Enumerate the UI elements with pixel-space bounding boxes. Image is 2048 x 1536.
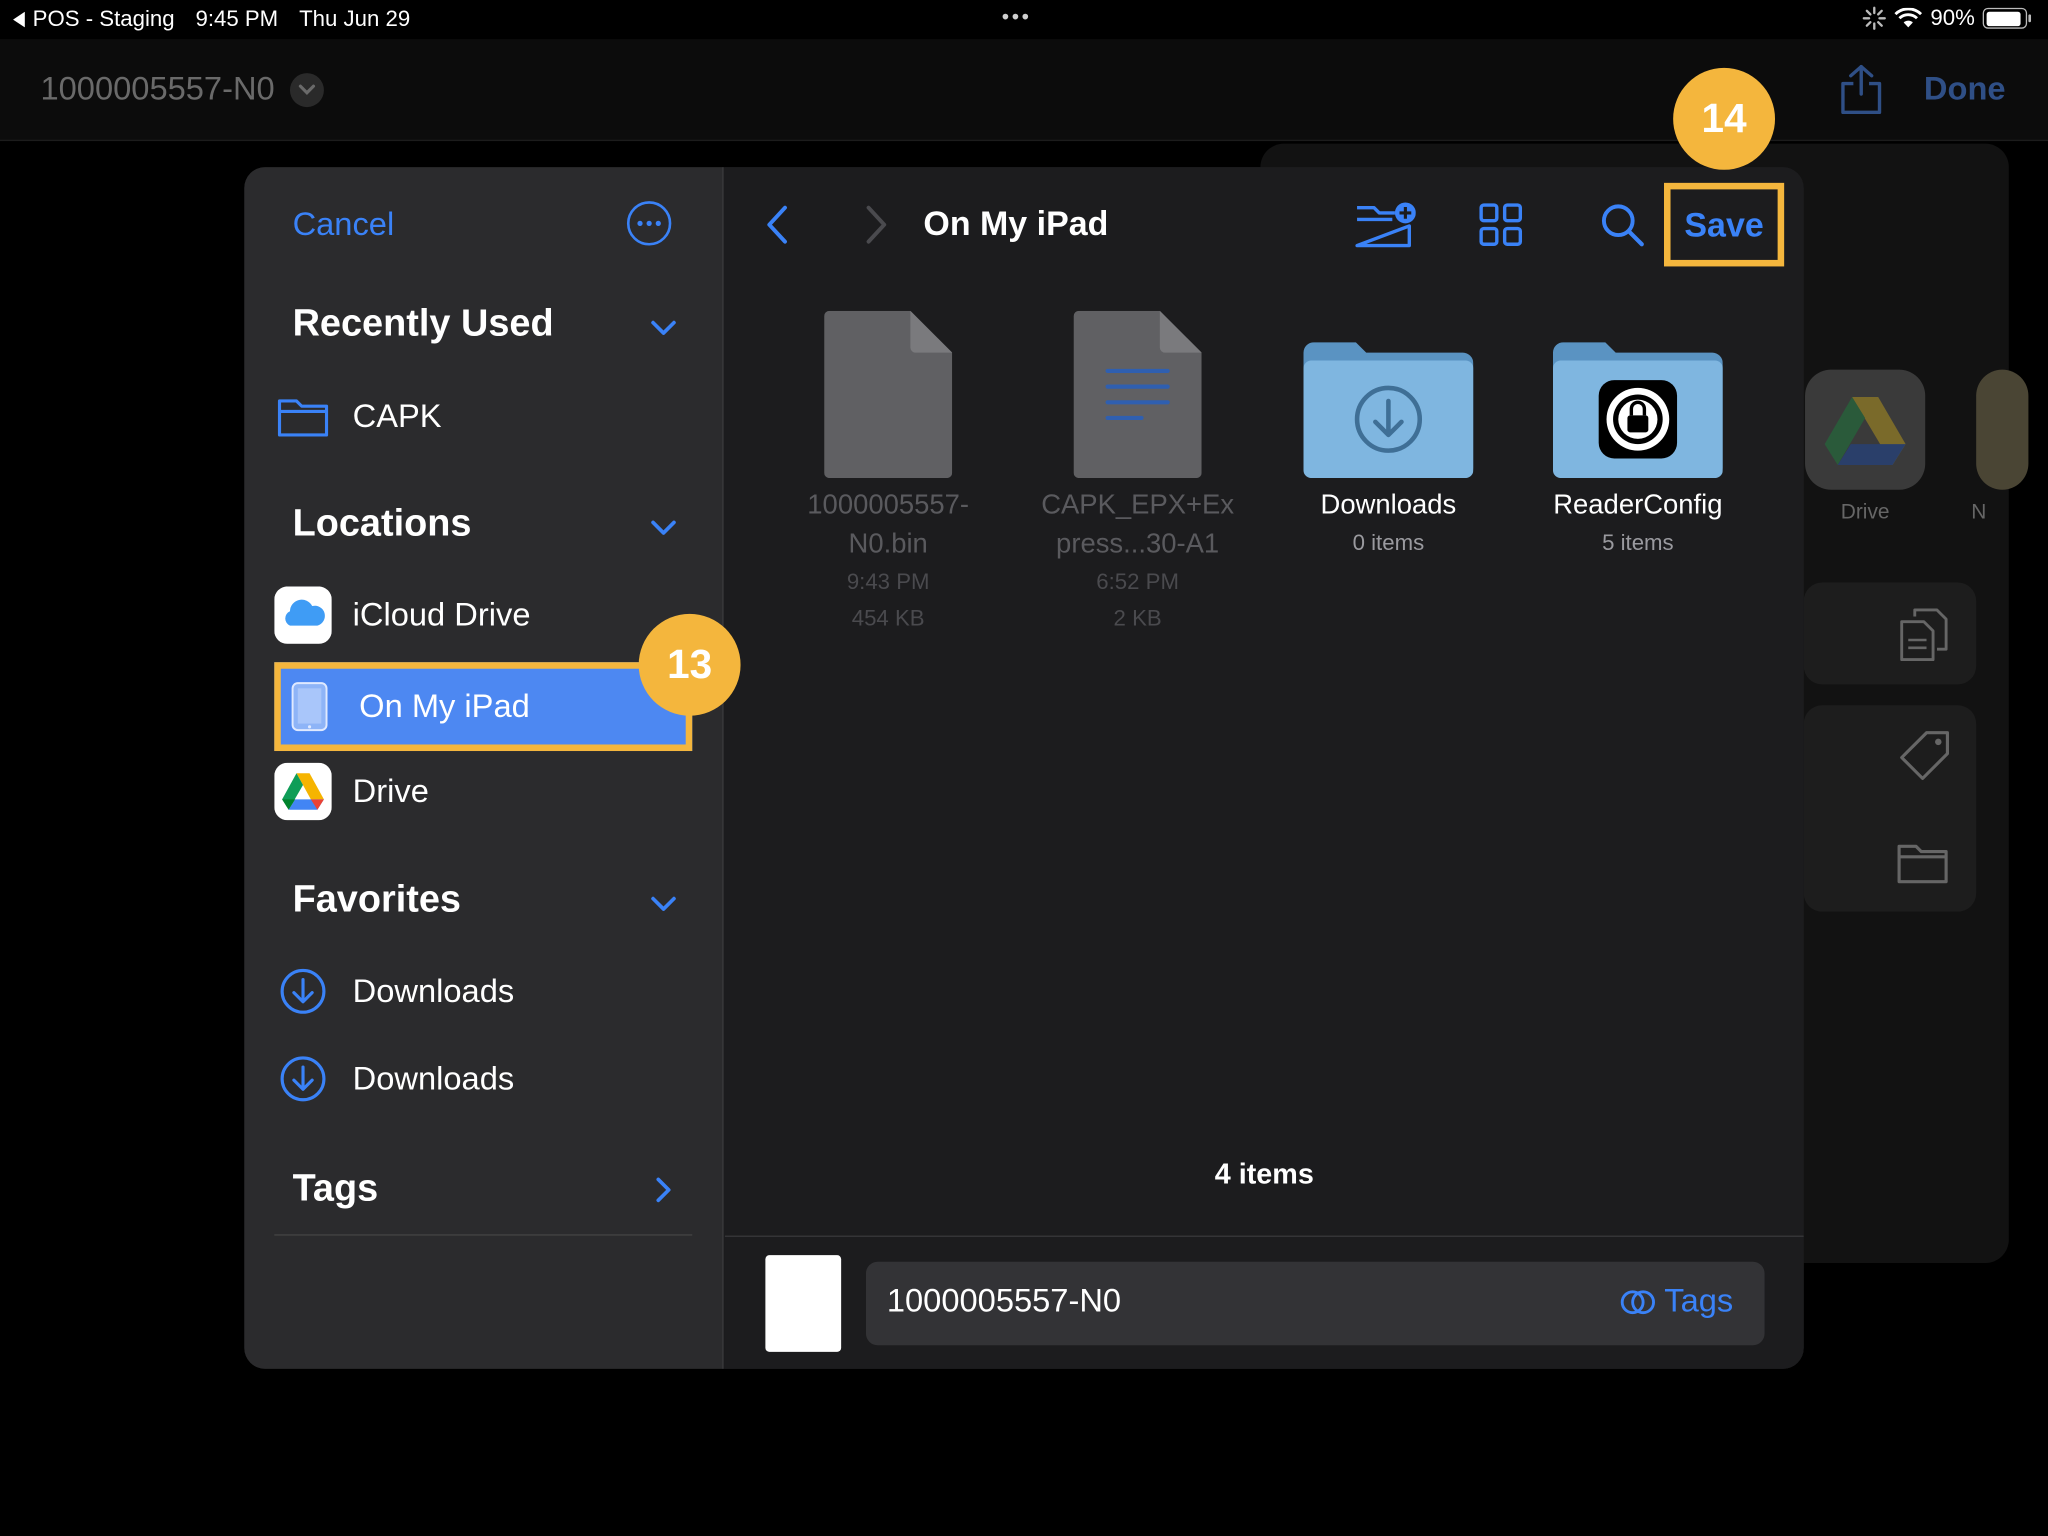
filename-field[interactable]: 1000005557-N0 Tags <box>865 1261 1765 1346</box>
share-action-group <box>1803 705 1977 912</box>
section-recently-used[interactable]: Recently Used <box>293 303 554 346</box>
downloads-folder-icon <box>1303 342 1474 479</box>
document-thumbnail <box>765 1255 842 1352</box>
wifi-icon <box>1894 7 1923 28</box>
chevron-down-icon[interactable] <box>649 513 678 542</box>
picker-sidebar: Cancel Recently Used CAPK Locations iClo… <box>244 167 724 1369</box>
search-icon[interactable] <box>1591 196 1654 253</box>
file-name: 1000005557- <box>807 489 969 520</box>
icloud-icon <box>274 586 332 644</box>
generic-file-icon <box>824 310 953 479</box>
back-app-label: POS - Staging <box>32 6 175 32</box>
tags-button[interactable]: Tags <box>1620 1283 1733 1321</box>
screen: POS - Staging 9:45 PM Thu Jun 29 ••• 90% <box>0 0 2048 1536</box>
share-icon[interactable] <box>1836 63 1886 115</box>
file-name: N0.bin <box>848 528 928 560</box>
sidebar-item-label: iCloud Drive <box>352 596 531 633</box>
share-tile-label: Drive <box>1840 501 1890 524</box>
battery-percent: 90% <box>1930 5 1975 31</box>
folder-icon <box>274 388 331 445</box>
folder-name: ReaderConfig <box>1553 489 1723 520</box>
chevron-right-icon[interactable] <box>649 1176 678 1205</box>
google-drive-share-tile[interactable] <box>1805 369 1926 490</box>
google-drive-icon <box>274 762 332 821</box>
forward-chevron-icon[interactable] <box>861 204 892 246</box>
section-locations[interactable]: Locations <box>293 503 472 546</box>
done-button[interactable]: Done <box>1924 71 2006 109</box>
sidebar-item-capk[interactable]: CAPK <box>274 376 692 457</box>
document-title-text: 1000005557-N0 <box>40 70 275 108</box>
folder-item-readerconfig[interactable]: ReaderConfig 5 items <box>1520 308 1755 561</box>
step-badge-13: 13 <box>638 613 741 716</box>
more-options-icon[interactable] <box>626 201 672 246</box>
file-item[interactable]: 1000005557- N0.bin 9:43 PM 454 KB <box>771 308 1006 637</box>
filename-value[interactable]: 1000005557-N0 <box>887 1283 1121 1321</box>
folder-icon[interactable] <box>1895 839 1950 886</box>
folder-item-count: 5 items <box>1602 530 1674 556</box>
tags-icon <box>1621 1289 1656 1314</box>
file-size: 2 KB <box>1113 606 1162 631</box>
copy-icon <box>1900 608 1948 662</box>
back-to-app-link[interactable]: POS - Staging <box>13 7 175 33</box>
cancel-button[interactable]: Cancel <box>293 206 395 244</box>
location-title: On My iPad <box>923 203 1109 243</box>
ipad-icon <box>281 678 338 735</box>
notes-share-tile[interactable] <box>1976 369 2029 490</box>
status-time: 9:45 PM <box>195 6 279 32</box>
save-button[interactable]: Save <box>1663 182 1785 267</box>
text-document-icon <box>1073 310 1202 479</box>
file-time: 9:43 PM <box>846 569 930 595</box>
divider <box>274 1234 693 1236</box>
download-circle-icon <box>274 963 331 1020</box>
file-item[interactable]: CAPK_EPX+Ex press...30-A1 6:52 PM 2 KB <box>1020 308 1255 637</box>
tag-icon[interactable] <box>1898 729 1953 784</box>
sidebar-item-on-my-ipad[interactable]: On My iPad <box>274 662 693 752</box>
sidebar-item-label: Drive <box>352 772 429 810</box>
multitasking-dots[interactable]: ••• <box>1002 7 1032 31</box>
sidebar-item-label: CAPK <box>352 397 442 435</box>
back-chevron-icon[interactable] <box>761 204 792 246</box>
chevron-down-icon[interactable] <box>290 72 325 107</box>
sidebar-item-label: Downloads <box>352 1059 515 1097</box>
section-tags[interactable]: Tags <box>293 1168 379 1211</box>
battery-icon <box>1982 7 2032 29</box>
status-date: Thu Jun 29 <box>299 6 411 32</box>
back-triangle-icon <box>13 11 25 28</box>
sidebar-item-downloads[interactable]: Downloads <box>274 951 692 1032</box>
download-circle-icon <box>274 1050 331 1107</box>
picker-browser: On My iPad Save 1000005557- N0.bin 9:43 … <box>724 167 1804 1369</box>
sidebar-item-icloud-drive[interactable]: iCloud Drive <box>274 575 692 656</box>
sidebar-item-label: Downloads <box>352 972 515 1009</box>
save-footer: 1000005557-N0 Tags <box>724 1235 1804 1369</box>
item-count: 4 items <box>1214 1157 1314 1190</box>
folder-item-count: 0 items <box>1352 530 1425 556</box>
save-file-picker: Cancel Recently Used CAPK Locations iClo… <box>244 167 1804 1369</box>
file-time: 6:52 PM <box>1096 569 1179 595</box>
activity-spinner-icon <box>1862 6 1886 30</box>
share-tile-label: N <box>1971 501 1987 524</box>
step-badge-14: 14 <box>1673 67 1776 170</box>
file-name: CAPK_EPX+Ex <box>1041 489 1235 520</box>
grid-view-icon[interactable] <box>1469 196 1532 253</box>
status-bar: POS - Staging 9:45 PM Thu Jun 29 ••• 90% <box>0 0 2048 39</box>
sidebar-item-drive[interactable]: Drive <box>274 751 692 832</box>
tags-label: Tags <box>1664 1282 1734 1320</box>
sidebar-item-label: On My iPad <box>359 687 530 725</box>
file-name: press...30-A1 <box>1056 528 1220 560</box>
document-title[interactable]: 1000005557-N0 <box>40 70 325 109</box>
app-folder-icon <box>1552 342 1723 479</box>
new-folder-icon[interactable] <box>1353 196 1416 253</box>
folder-item-downloads[interactable]: Downloads 0 items <box>1271 308 1506 561</box>
section-favorites[interactable]: Favorites <box>293 879 461 922</box>
folder-name: Downloads <box>1320 489 1457 520</box>
sidebar-item-downloads[interactable]: Downloads <box>274 1038 692 1119</box>
file-size: 454 KB <box>851 606 925 631</box>
google-drive-icon <box>1824 397 1906 465</box>
share-action-copy[interactable] <box>1803 582 1977 685</box>
chevron-down-icon[interactable] <box>649 889 678 918</box>
chevron-down-icon[interactable] <box>649 313 678 342</box>
